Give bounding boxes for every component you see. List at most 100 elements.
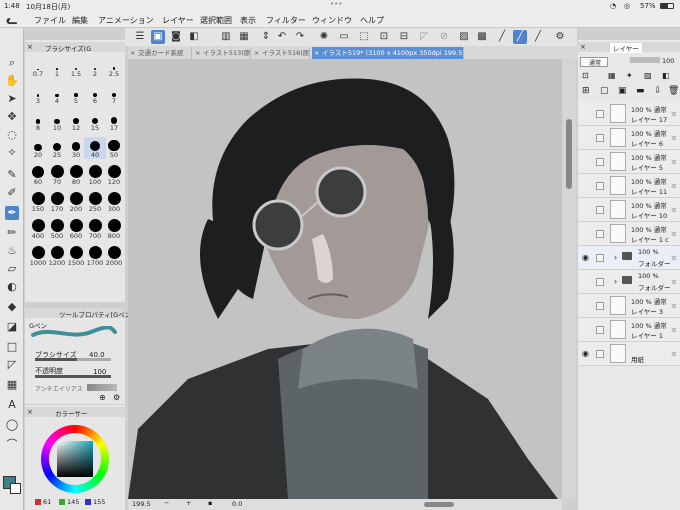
zoom-in-icon[interactable]: + (186, 499, 191, 507)
layer-checkbox[interactable] (596, 158, 604, 166)
drag-handle-icon[interactable]: ≡ (671, 350, 677, 358)
layer-row[interactable]: 100 % 通常 レイヤー 17 ≡ (578, 102, 680, 126)
drag-handle-icon[interactable]: ≡ (671, 182, 677, 190)
gradient-tool-icon[interactable]: ◪ (5, 320, 19, 334)
merge-down-icon[interactable]: ⇩ (654, 86, 662, 96)
drag-handle-icon[interactable]: ≡ (671, 254, 677, 262)
layer-opacity-value[interactable]: 100 (662, 57, 674, 65)
layer-checkbox[interactable] (596, 326, 604, 334)
brush-icon[interactable]: ✏ (5, 226, 19, 240)
drag-handle-icon[interactable]: ≡ (671, 302, 677, 310)
layer-checkbox[interactable] (596, 350, 604, 358)
fill-bucket-icon[interactable]: ◆ (5, 300, 19, 314)
tool-settings-icon[interactable]: ⚙ (113, 393, 120, 402)
hand-icon[interactable]: ✋ (5, 74, 19, 88)
brush-size-item[interactable]: 7 (103, 83, 125, 105)
text-icon[interactable]: A (5, 398, 19, 412)
horizontal-scroll-thumb[interactable] (424, 502, 454, 507)
layer-row[interactable]: 100 % 通常 レイヤー 1 c ≡ (578, 222, 680, 246)
move-layer-icon[interactable]: ✥ (5, 110, 19, 124)
drag-handle-icon[interactable]: ≡ (671, 230, 677, 238)
brush-size-slider[interactable] (35, 358, 111, 361)
snap-ruler-icon[interactable]: ╱ (513, 30, 527, 44)
folder-expand-icon[interactable]: › (614, 253, 617, 262)
fit-icon[interactable]: ▪ (208, 499, 212, 507)
brush-size-item[interactable]: 120 (103, 164, 125, 186)
clear-icon[interactable]: ▭ (337, 30, 351, 44)
pencil-icon[interactable]: ✐ (5, 186, 19, 200)
zoom-icon[interactable]: ⌕ (5, 56, 19, 70)
hue-ring[interactable] (41, 425, 109, 493)
menu-help[interactable]: ヘルプ (360, 15, 384, 26)
drag-handle-icon[interactable]: ≡ (671, 110, 677, 118)
layer-row[interactable]: 100 % 通常 レイヤー 10 ≡ (578, 198, 680, 222)
layer-row[interactable]: ◉ 用紙 ≡ (578, 342, 680, 366)
layer-row[interactable]: › 100 % フォルダー ≡ (578, 270, 680, 294)
panel-close-icon[interactable]: × (27, 43, 33, 51)
tab-layer[interactable]: レイヤー (610, 43, 642, 53)
airbrush-icon[interactable]: ♨ (5, 244, 19, 258)
redo-icon[interactable]: ↷ (293, 30, 307, 44)
brush-size-item[interactable]: 300 (103, 191, 125, 213)
drag-handle-icon[interactable]: ≡ (671, 158, 677, 166)
quick-access-icon[interactable]: ▣ (151, 30, 165, 44)
panel-close-icon[interactable]: × (27, 408, 33, 416)
drag-handle-icon[interactable]: ≡ (671, 326, 677, 334)
new-folder-icon[interactable]: ▬ (636, 86, 645, 96)
layer-row[interactable]: ◉ › 100 % フォルダー ≡ (578, 246, 680, 270)
layer-opacity-slider[interactable] (630, 57, 660, 63)
snap-special-ruler-icon[interactable]: ╱ (531, 30, 545, 44)
new-vector-layer-icon[interactable]: ▣ (618, 86, 627, 96)
menu-layer[interactable]: レイヤー (162, 15, 194, 26)
layer-row[interactable]: 100 % 通常 レイヤー 3 ≡ (578, 294, 680, 318)
brush-size-item[interactable]: 50 (103, 137, 125, 159)
magic-wand-icon[interactable]: ✧ (5, 146, 19, 160)
menu-selection[interactable]: 選択範囲 (200, 15, 232, 26)
drag-handle-icon[interactable]: ≡ (671, 278, 677, 286)
layer-checkbox[interactable] (596, 302, 604, 310)
figure-icon[interactable]: □ (5, 340, 19, 354)
layer-lock-icon[interactable]: ⊡ (582, 71, 589, 80)
layer-row[interactable]: 100 % 通常 レイヤー 1 ≡ (578, 318, 680, 342)
balloon-icon[interactable]: ◯ (5, 418, 19, 432)
deselect-icon[interactable]: ⊡ (377, 30, 391, 44)
layer-menu-icon[interactable]: ⊞ (582, 86, 590, 96)
spin-icon[interactable]: ⇕ (259, 30, 273, 44)
zoom-value[interactable]: 199.5 (132, 500, 151, 508)
blend-icon[interactable]: ◐ (5, 280, 19, 294)
menu-file[interactable]: ファイル (34, 15, 66, 26)
drag-handle-icon[interactable]: ≡ (671, 134, 677, 142)
layer-row[interactable]: 100 % 通常 レイヤー 11 ≡ (578, 174, 680, 198)
menu-filter[interactable]: フィルター (266, 15, 306, 26)
antialias-selector[interactable] (87, 384, 117, 391)
crop-icon[interactable]: ◸ (417, 30, 431, 44)
drawing-canvas[interactable] (128, 59, 562, 499)
operation-icon[interactable]: ➤ (5, 92, 19, 106)
loading-icon[interactable]: ✺ (317, 30, 331, 44)
layer-checkbox[interactable] (596, 110, 604, 118)
layer-checkbox[interactable] (596, 230, 604, 238)
layer-checkbox[interactable] (596, 254, 604, 262)
hatch-icon[interactable]: ▨ (457, 30, 471, 44)
menu-view[interactable]: 表示 (240, 15, 256, 26)
menu-animation[interactable]: アニメーション (98, 15, 154, 26)
hamburger-icon[interactable]: ☰ (133, 30, 147, 44)
layer-checkbox[interactable] (596, 134, 604, 142)
clip-icon[interactable]: ▦ (608, 71, 616, 80)
fill-icon[interactable]: ▥ (219, 30, 233, 44)
blend-mode-select[interactable]: 通常 (580, 57, 608, 67)
tab-document-1[interactable]: × 交通カード系統 (128, 47, 192, 59)
folder-expand-icon[interactable]: › (614, 277, 617, 286)
pen-icon[interactable]: ✒ (5, 206, 19, 220)
brush-size-item[interactable]: 800 (103, 218, 125, 240)
eraser-icon[interactable]: ▱ (5, 262, 19, 276)
sub-color-swatch[interactable] (10, 483, 21, 494)
brush-size-item[interactable]: 2000 (103, 245, 125, 267)
layer-row[interactable]: 100 % 通常 レイヤー 6 ≡ (578, 126, 680, 150)
tool-menu-icon[interactable]: ⊕ (99, 393, 106, 402)
brush-size-item[interactable]: 17 (103, 110, 125, 132)
gradient-icon[interactable]: ◧ (187, 30, 201, 44)
ruler-icon[interactable]: ▦ (5, 378, 19, 392)
lasso-icon[interactable]: ◌ (5, 128, 19, 142)
new-raster-layer-icon[interactable]: ▢ (600, 86, 609, 96)
